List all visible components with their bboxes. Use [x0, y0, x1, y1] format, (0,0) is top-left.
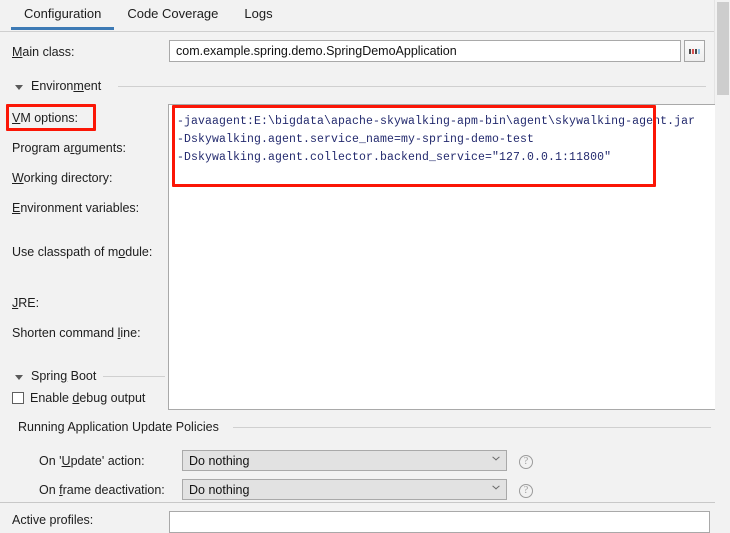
on-update-action-help-icon[interactable]: ? — [519, 455, 533, 469]
vertical-scrollbar[interactable] — [715, 0, 730, 524]
group-header-rule — [103, 376, 165, 377]
active-profiles-label: Active profiles: — [12, 513, 94, 527]
rau-group-title: Running Application Update Policies — [18, 420, 219, 434]
main-class-browse-button[interactable] — [684, 40, 705, 62]
vm-options-textarea[interactable]: -javaagent:E:\bigdata\apache-skywalking-… — [168, 104, 730, 410]
checkbox-icon[interactable] — [12, 392, 24, 404]
environment-variables-label: Environment variables: — [12, 201, 140, 215]
ellipsis-icon — [689, 48, 700, 54]
environment-label-column: VM options: Program arguments: Working d… — [0, 0, 168, 524]
enable-debug-output-label: Enable debug output — [30, 391, 146, 405]
on-frame-deactivation-label: On frame deactivation: — [39, 483, 165, 497]
jre-label: JRE: — [12, 296, 40, 310]
on-frame-deactivation-help-icon[interactable]: ? — [519, 484, 533, 498]
spring-boot-group-title: Spring Boot — [31, 369, 97, 383]
bottom-section-divider — [0, 502, 730, 503]
use-classpath-of-module-label: Use classpath of module: — [12, 245, 153, 259]
tab-logs[interactable]: Logs — [231, 0, 285, 28]
on-update-action-value: Do nothing — [189, 453, 250, 468]
running-application-update-policies-header: Running Application Update Policies — [0, 419, 730, 437]
triangle-down-icon[interactable] — [15, 375, 23, 380]
vm-options-label: VM options: — [12, 111, 79, 125]
main-class-input[interactable]: com.example.spring.demo.SpringDemoApplic… — [169, 40, 681, 62]
active-profiles-input[interactable] — [169, 511, 710, 533]
scrollbar-thumb[interactable] — [717, 2, 729, 95]
chevron-down-icon — [492, 486, 499, 493]
vm-options-text: -javaagent:E:\bigdata\apache-skywalking-… — [177, 115, 696, 164]
group-header-rule — [233, 427, 711, 428]
spring-boot-group-header[interactable]: Spring Boot — [0, 368, 168, 386]
group-header-rule — [118, 86, 706, 87]
enable-debug-output-checkbox-row[interactable]: Enable debug output — [12, 391, 145, 405]
on-update-action-label: On 'Update' action: — [39, 454, 145, 468]
shorten-command-line-label: Shorten command line: — [12, 326, 141, 340]
on-update-action-dropdown[interactable]: Do nothing — [182, 450, 507, 471]
program-arguments-label: Program arguments: — [12, 141, 126, 155]
on-frame-deactivation-value: Do nothing — [189, 482, 250, 497]
tab-logs-label: Logs — [244, 6, 273, 21]
on-frame-deactivation-dropdown[interactable]: Do nothing — [182, 479, 507, 500]
chevron-down-icon — [492, 457, 499, 464]
working-directory-label: Working directory: — [12, 171, 113, 185]
